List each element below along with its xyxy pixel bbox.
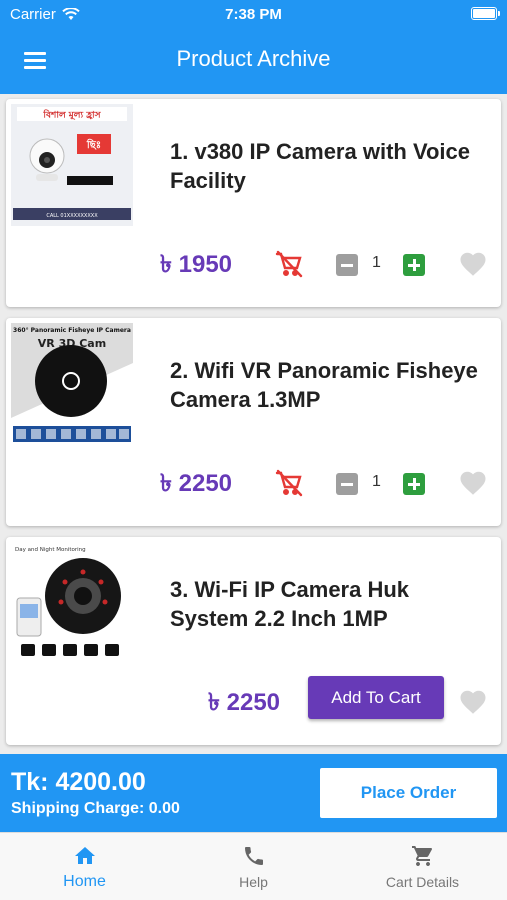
heart-icon[interactable] [458,468,488,498]
shipping-charge: Shipping Charge: 0.00 [11,800,180,817]
decrease-quantity-button[interactable] [336,254,358,276]
status-bar: Carrier 7:38 PM [0,0,507,28]
heart-icon[interactable] [458,249,488,279]
product-list[interactable]: বিশাল মূল্য হ্রাস ছিঃ CALL 01XXXXXXXXX 1… [0,94,507,754]
remove-from-cart-icon[interactable] [274,468,304,498]
product-image[interactable]: Day and Night Monitoring [11,542,133,664]
thumb-badge-text: ছিঃ [86,138,101,151]
tab-label: Cart Details [385,874,460,890]
product-image[interactable]: 360° Panoramic Fisheye IP Camera VR 3D C… [11,323,133,445]
thumb-footer-text: CALL 01XXXXXXXXX [46,213,98,219]
tab-cart-details[interactable]: Cart Details [338,833,507,900]
place-order-button[interactable]: Place Order [320,768,497,818]
order-summary-bar: Tk: 4200.00 Shipping Charge: 0.00 Place … [0,754,507,832]
quantity-value: 1 [372,473,381,490]
product-image[interactable]: বিশাল মূল্য হ্রাস ছিঃ CALL 01XXXXXXXXX [11,104,133,226]
decrease-quantity-button[interactable] [336,473,358,495]
product-price: ৳ 2250 [208,689,281,716]
increase-quantity-button[interactable] [403,473,425,495]
app-header: Carrier 7:38 PM Product Archive [0,0,507,94]
product-card[interactable]: 360° Panoramic Fisheye IP Camera VR 3D C… [6,318,501,526]
thumb-banner-text: বিশাল মূল্য হ্রাস [42,109,101,122]
cart-icon [412,846,433,866]
home-icon [75,847,95,864]
product-name: 2. Wifi VR Panoramic Fisheye Camera 1.3M… [170,358,478,412]
product-price: ৳ 1950 [160,251,233,278]
product-name: 3. Wi-Fi IP Camera Huk System 2.2 Inch 1… [170,577,410,631]
total-amount: Tk: 4200.00 [11,768,146,796]
phone-icon [245,847,263,865]
product-name: 1. v380 IP Camera with Voice Facility [170,139,471,193]
increase-quantity-button[interactable] [403,254,425,276]
product-price: ৳ 2250 [160,470,233,497]
page-title: Product Archive [176,46,331,71]
tab-help[interactable]: Help [169,833,338,900]
product-card[interactable]: Day and Night Monitoring 3. Wi-Fi IP Cam… [6,537,501,745]
bottom-tab-bar: Home Help Cart Details [0,832,507,900]
add-to-cart-button[interactable]: Add To Cart [308,676,444,719]
remove-from-cart-icon[interactable] [274,249,304,279]
thumb-caption-text: 360° Panoramic Fisheye IP Camera [13,327,131,334]
thumb-caption-text: Day and Night Monitoring [15,547,86,553]
heart-icon[interactable] [458,687,488,717]
tab-label: Home [63,873,106,890]
status-time: 7:38 PM [225,6,282,23]
product-card[interactable]: বিশাল মূল্য হ্রাস ছিঃ CALL 01XXXXXXXXX 1… [6,99,501,307]
battery-icon [471,7,500,20]
tab-home[interactable]: Home [0,833,169,900]
tab-label: Help [239,874,268,890]
quantity-value: 1 [372,254,381,271]
